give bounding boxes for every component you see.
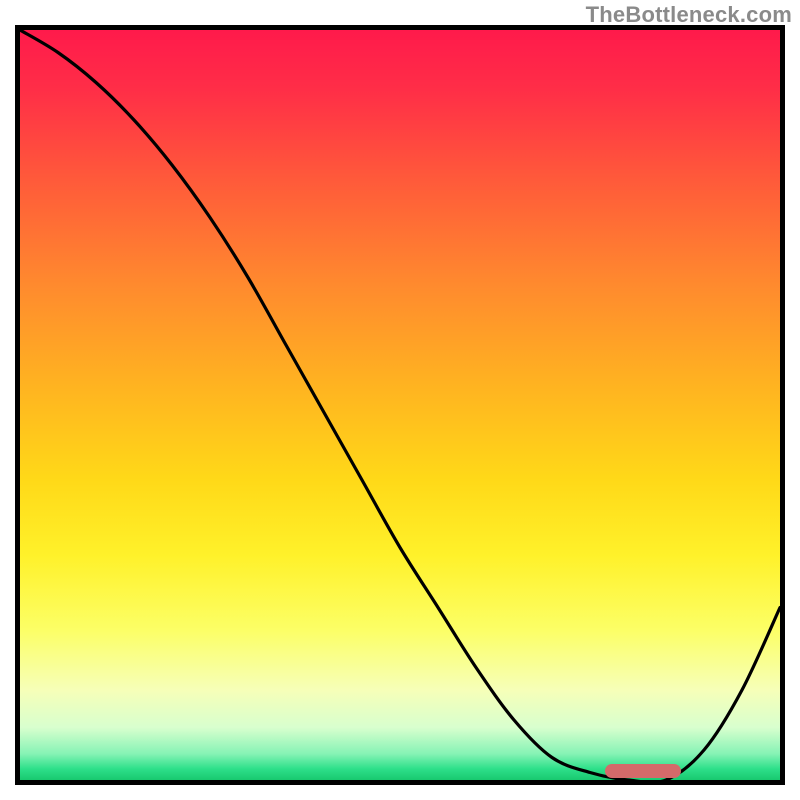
plot-border [15, 25, 785, 785]
bottleneck-curve [20, 30, 780, 780]
curve-path [20, 30, 780, 780]
optimum-marker [605, 764, 681, 778]
chart-frame: TheBottleneck.com [0, 0, 800, 800]
plot-area [20, 30, 780, 780]
watermark-text: TheBottleneck.com [586, 2, 792, 28]
